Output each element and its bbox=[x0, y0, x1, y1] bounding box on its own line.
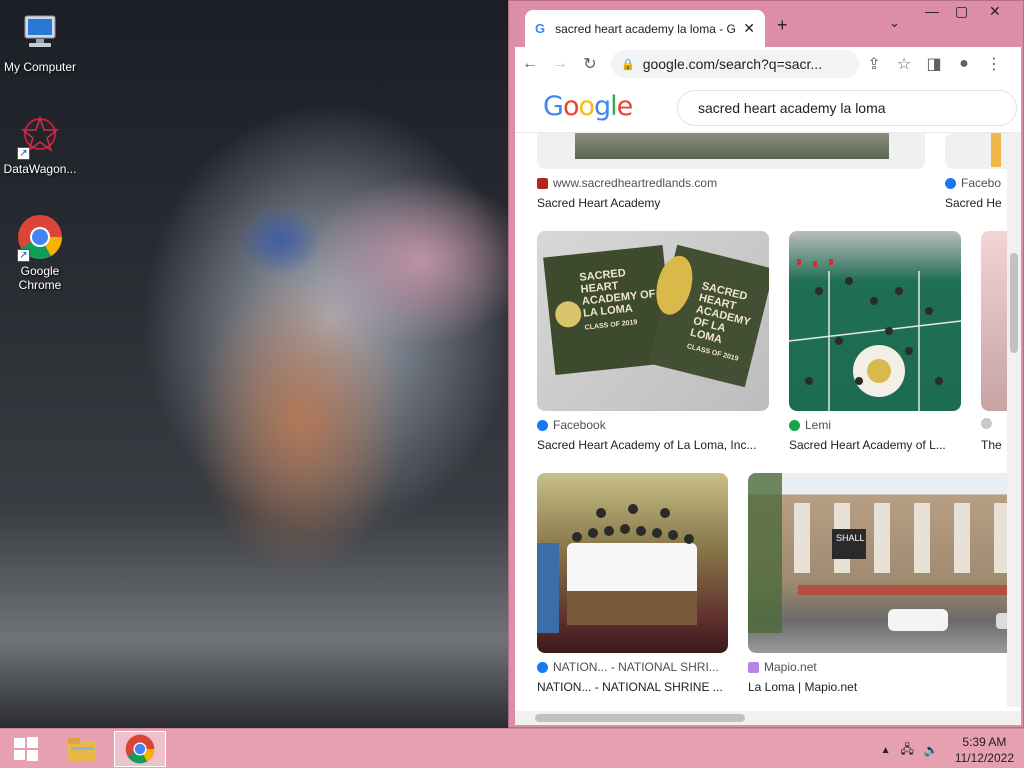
chrome-window: G sacred heart academy la loma - G ✕ + ⌄… bbox=[508, 0, 1024, 728]
site-favicon-icon bbox=[537, 177, 548, 189]
google-logo[interactable]: Google bbox=[543, 91, 633, 122]
bookmark-star-icon[interactable]: ☆ bbox=[889, 54, 919, 74]
back-arrow-icon[interactable]: ← bbox=[515, 55, 545, 73]
side-panel-icon[interactable]: ◨ bbox=[919, 54, 949, 74]
tab-strip: G sacred heart academy la loma - G ✕ + ⌄… bbox=[509, 1, 1023, 47]
computer-icon bbox=[17, 10, 63, 56]
system-tray: ▲ 🖧 🔈 5:39 AM 11/12/2022 bbox=[881, 734, 1014, 766]
shortcut-arrow-icon: ↗ bbox=[17, 147, 30, 160]
chrome-icon: ↗ bbox=[17, 214, 63, 262]
result-source[interactable]: www.sacredheartredlands.com bbox=[537, 176, 837, 190]
result-image[interactable] bbox=[789, 231, 961, 411]
google-header: Google sacred heart academy la loma bbox=[515, 81, 1021, 133]
desktop-icon-my-computer[interactable]: My Computer bbox=[0, 10, 80, 74]
result-source[interactable]: Lemi bbox=[789, 418, 961, 432]
close-window-button[interactable]: ✕ bbox=[989, 3, 1001, 20]
web-page: Google sacred heart academy la loma www.… bbox=[515, 81, 1021, 725]
tab-search-chevron-icon[interactable]: ⌄ bbox=[889, 15, 900, 31]
folder-icon bbox=[68, 738, 96, 761]
browser-tab[interactable]: G sacred heart academy la loma - G ✕ bbox=[525, 10, 765, 47]
result-caption[interactable]: NATION... - NATIONAL SHRINE ... bbox=[537, 680, 728, 694]
desktop-icon-label: Google Chrome bbox=[18, 264, 62, 292]
maximize-button[interactable]: ▢ bbox=[955, 3, 968, 20]
network-icon[interactable]: 🖧 bbox=[900, 740, 913, 761]
lemi-heart-icon bbox=[789, 419, 800, 431]
mapio-icon bbox=[748, 661, 759, 673]
result-source[interactable]: Facebook bbox=[537, 418, 769, 432]
building-sign-text: SHALL bbox=[836, 533, 865, 543]
desktop-icon-label: My Computer bbox=[3, 60, 77, 74]
tab-title: sacred heart academy la loma - G bbox=[555, 21, 736, 36]
horizontal-scrollbar-thumb[interactable] bbox=[535, 714, 745, 722]
google-favicon-icon: G bbox=[535, 21, 546, 36]
lock-icon: 🔒 bbox=[621, 58, 635, 71]
vertical-scrollbar[interactable] bbox=[1007, 133, 1021, 707]
taskbar-file-explorer[interactable] bbox=[56, 731, 108, 767]
share-icon[interactable]: ⇪ bbox=[859, 54, 889, 74]
desktop-icon-label: DataWagon... bbox=[3, 162, 77, 176]
profile-avatar-icon[interactable]: ● bbox=[949, 55, 979, 73]
building-photo-graphic: SHALL bbox=[748, 473, 1021, 633]
vertical-scrollbar-thumb[interactable] bbox=[1010, 253, 1018, 353]
site-favicon-icon bbox=[981, 418, 992, 429]
chrome-icon bbox=[125, 734, 155, 764]
result-caption[interactable]: Sacred Heart Academy bbox=[537, 196, 837, 210]
taskbar-chrome[interactable] bbox=[114, 731, 166, 767]
result-caption[interactable]: La Loma | Mapio.net bbox=[748, 680, 1021, 694]
windows-logo-icon bbox=[14, 737, 38, 761]
result-source[interactable]: NATION... - NATIONAL SHRI... bbox=[537, 660, 728, 674]
reload-icon[interactable]: ↻ bbox=[575, 54, 605, 74]
result-image[interactable] bbox=[537, 133, 925, 169]
result-caption[interactable]: Sacred Heart Academy of L... bbox=[789, 438, 961, 452]
address-bar-url: google.com/search?q=sacr... bbox=[642, 56, 823, 72]
horizontal-scrollbar[interactable] bbox=[515, 711, 1021, 725]
show-hidden-icons-chevron-icon[interactable]: ▲ bbox=[881, 745, 891, 756]
desktop-icon-google-chrome[interactable]: ↗ Google Chrome bbox=[0, 214, 80, 292]
menu-kebab-icon[interactable]: ⋮ bbox=[979, 54, 1009, 74]
browser-toolbar: ← → ↻ 🔒 google.com/search?q=sacr... ⇪ ☆ … bbox=[515, 47, 1021, 81]
facebook-icon bbox=[537, 661, 548, 673]
clock-date: 11/12/2022 bbox=[954, 751, 1014, 765]
result-source[interactable]: Mapio.net bbox=[748, 660, 1021, 674]
start-button[interactable] bbox=[0, 731, 52, 767]
group-photo-graphic bbox=[537, 504, 697, 633]
facebook-icon bbox=[537, 419, 548, 431]
taskbar-clock[interactable]: 5:39 AM 11/12/2022 bbox=[955, 734, 1014, 766]
address-bar[interactable]: 🔒 google.com/search?q=sacr... bbox=[611, 50, 859, 78]
search-query-text: sacred heart academy la loma bbox=[698, 100, 886, 116]
volume-icon[interactable]: 🔈 bbox=[924, 743, 939, 757]
forward-arrow-icon[interactable]: → bbox=[545, 55, 575, 73]
result-image[interactable]: SHALL bbox=[748, 473, 1021, 653]
result-image[interactable] bbox=[537, 473, 728, 653]
facebook-icon bbox=[945, 177, 956, 189]
new-tab-button[interactable]: + bbox=[777, 15, 788, 36]
shortcut-arrow-icon: ↗ bbox=[17, 249, 30, 262]
result-image[interactable]: SACRED HEART ACADEMY OF LA LOMA CLASS OF… bbox=[537, 231, 769, 411]
search-input[interactable]: sacred heart academy la loma bbox=[677, 90, 1017, 126]
result-caption[interactable]: Sacred Heart Academy of La Loma, Inc... bbox=[537, 438, 769, 452]
datawagon-icon: ↗ bbox=[17, 112, 63, 160]
school-photo-graphic bbox=[789, 259, 961, 411]
minimize-button[interactable]: — bbox=[925, 3, 939, 19]
taskbar: ▲ 🖧 🔈 5:39 AM 11/12/2022 bbox=[0, 728, 1024, 768]
badge-image: SACRED HEART ACADEMY OF LA LOMA CLASS OF… bbox=[647, 244, 769, 388]
clock-time: 5:39 AM bbox=[962, 735, 1007, 749]
tab-close-icon[interactable]: ✕ bbox=[743, 20, 755, 37]
desktop-icon-datawagon[interactable]: ↗ DataWagon... bbox=[0, 112, 80, 176]
